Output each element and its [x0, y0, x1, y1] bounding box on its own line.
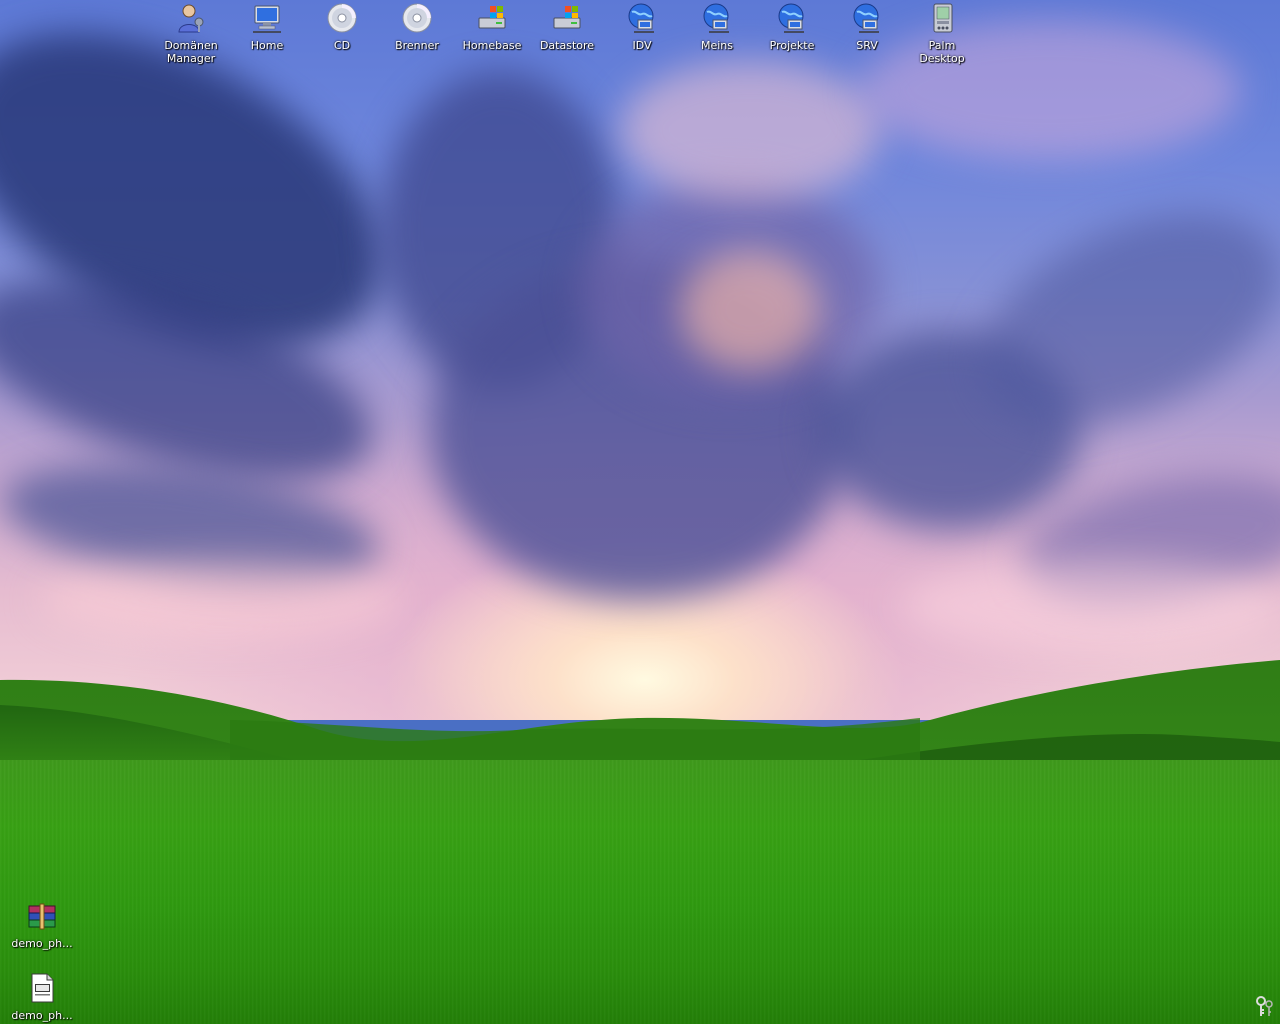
desktop-icon-label: Projekte [769, 39, 815, 52]
desktop-icon-home[interactable]: Home [230, 2, 304, 52]
cd-icon [402, 3, 432, 33]
wallpaper-cloud [680, 250, 820, 370]
desktop-icon-label: demo_ph... [11, 1009, 73, 1022]
wallpaper-cloud [620, 60, 880, 200]
desktop-icon-label: Meins [700, 39, 734, 52]
document-icon [31, 973, 54, 1003]
user-admin-icon [178, 4, 204, 33]
desktop-icon-homebase[interactable]: Homebase [455, 2, 529, 52]
network-globe-icon [853, 3, 879, 33]
wallpaper-cloud [900, 560, 1280, 650]
desktop-icon-label: Brenner [395, 39, 439, 52]
desktop-icon-label: demo_ph... [11, 937, 73, 950]
drive-icon [478, 6, 506, 29]
keys-icon[interactable] [1252, 994, 1276, 1018]
wallpaper-grass-texture [0, 760, 1280, 1024]
desktop-icon-demo-file[interactable]: demo_ph... [5, 972, 79, 1022]
wallpaper-cloud [40, 560, 400, 640]
palm-icon [933, 3, 953, 33]
desktop-icon-label: SRV [856, 39, 878, 52]
network-globe-icon [703, 3, 729, 33]
desktop-icon-label: Datastore [539, 39, 595, 52]
drive-icon [553, 6, 581, 29]
desktop-icon-idv[interactable]: IDV [605, 2, 679, 52]
desktop-icon-projekte[interactable]: Projekte [755, 2, 829, 52]
cd-icon [327, 3, 357, 33]
desktop-icon-label: Home [250, 39, 284, 52]
desktop[interactable]: Domänen Manager Home CD Brenner Homebase… [0, 0, 1280, 1024]
desktop-icon-label: Palm Desktop [919, 39, 965, 65]
desktop-icon-label: Homebase [462, 39, 522, 52]
desktop-icon-label: IDV [632, 39, 652, 52]
desktop-icon-cd[interactable]: CD [305, 2, 379, 52]
network-globe-icon [778, 3, 804, 33]
desktop-icon-demo-archive[interactable]: demo_ph... [5, 900, 79, 950]
desktop-icon-brenner[interactable]: Brenner [380, 2, 454, 52]
desktop-icon-label: CD [333, 39, 351, 52]
network-drive-icon [253, 5, 281, 33]
desktop-icon-datastore[interactable]: Datastore [530, 2, 604, 52]
desktop-icon-domaenen-manager[interactable]: Domänen Manager [154, 2, 228, 65]
desktop-icon-meins[interactable]: Meins [680, 2, 754, 52]
desktop-icon-label: Domänen Manager [164, 39, 218, 65]
desktop-icon-palm-desktop[interactable]: Palm Desktop [905, 2, 979, 65]
network-globe-icon [628, 3, 654, 33]
desktop-icon-srv[interactable]: SRV [830, 2, 904, 52]
winrar-archive-icon [28, 903, 56, 930]
